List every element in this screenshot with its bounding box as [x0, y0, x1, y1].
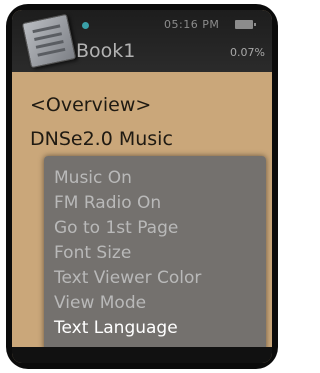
text-line: <Overview>: [30, 94, 152, 116]
menu-item-text-viewer-color[interactable]: Text Viewer Color: [54, 268, 201, 288]
reader-screen: 05:16 PM Book1 0.07% <Overview> DNSe2.0 …: [12, 10, 272, 363]
book-title: Book1: [76, 40, 136, 62]
menu-item-fm-radio-on[interactable]: FM Radio On: [54, 193, 161, 213]
text-line: DNSe2.0 Music: [30, 128, 173, 150]
menu-item-font-size[interactable]: Font Size: [54, 243, 131, 263]
status-header: 05:16 PM Book1 0.07%: [12, 10, 272, 72]
reading-progress: 0.07%: [230, 46, 265, 59]
menu-item-music-on[interactable]: Music On: [54, 168, 132, 188]
status-indicator-icon: [82, 22, 89, 29]
options-menu: Music On FM Radio On Go to 1st Page Font…: [44, 156, 266, 352]
clock: 05:16 PM: [164, 18, 220, 31]
battery-icon: [235, 20, 256, 29]
menu-item-view-mode[interactable]: View Mode: [54, 293, 146, 313]
menu-item-go-to-first-page[interactable]: Go to 1st Page: [54, 218, 178, 238]
menu-item-text-language[interactable]: Text Language: [54, 318, 178, 338]
book-icon: [21, 13, 77, 69]
bottom-bar: [12, 347, 272, 363]
